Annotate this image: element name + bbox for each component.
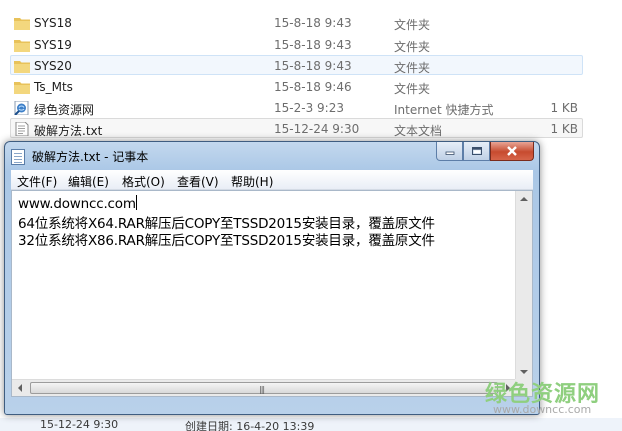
close-icon xyxy=(507,146,517,156)
file-date: 15-2-3 9:23 xyxy=(274,101,344,115)
folder-icon xyxy=(14,82,30,94)
file-size: 1 KB xyxy=(550,101,578,115)
horizontal-scrollbar[interactable]: ||| xyxy=(12,379,516,396)
text-line: www.downcc.com xyxy=(18,195,137,212)
file-name: SYS20 xyxy=(34,59,72,73)
menu-edit[interactable]: 编辑(E) xyxy=(68,173,109,190)
horizontal-scroll-thumb[interactable]: ||| xyxy=(30,382,498,394)
file-name: SYS19 xyxy=(34,38,72,52)
caption-buttons xyxy=(436,142,534,162)
file-name: 绿色资源网 xyxy=(34,103,95,117)
file-date: 15-8-18 9:43 xyxy=(274,38,352,52)
close-button[interactable] xyxy=(490,142,534,161)
file-name: 破解方法.txt xyxy=(34,124,103,138)
file-row-ts-mts[interactable]: Ts_Mts 15-8-18 9:46 文件夹 xyxy=(10,76,583,96)
file-list: SYS18 15-8-18 9:43 文件夹 SYS19 15-8-18 9:4… xyxy=(0,0,622,145)
watermark-url: www.downcc.com xyxy=(493,403,592,416)
maximize-button[interactable] xyxy=(463,142,490,161)
minimize-icon xyxy=(445,151,454,155)
text-caret xyxy=(135,195,137,210)
file-type: 文件夹 xyxy=(394,18,431,32)
notepad-titlebar[interactable]: 破解方法.txt - 记事本 xyxy=(5,142,539,169)
file-type: 文件夹 xyxy=(394,61,431,75)
text-file-icon xyxy=(15,122,29,136)
notepad-window: 破解方法.txt - 记事本 文件(F) 编辑(E) 格式(O) 查看(V) 帮… xyxy=(4,141,540,415)
file-row-sys18[interactable]: SYS18 15-8-18 9:43 文件夹 xyxy=(10,12,583,32)
file-name: Ts_Mts xyxy=(34,80,73,94)
notepad-menubar: 文件(F) 编辑(E) 格式(O) 查看(V) 帮助(H) xyxy=(11,170,533,190)
minimize-button[interactable] xyxy=(436,142,463,161)
menu-format[interactable]: 格式(O) xyxy=(122,173,165,190)
text-line-content: www.downcc.com xyxy=(18,196,136,212)
scroll-left-arrow-icon[interactable] xyxy=(12,380,29,396)
scroll-grip-icon: ||| xyxy=(259,385,265,394)
file-row-crack-txt[interactable]: 破解方法.txt 15-12-24 9:30 文本文档 1 KB xyxy=(10,118,583,138)
menu-file[interactable]: 文件(F) xyxy=(17,173,57,190)
explorer-status-bar: 15-12-24 9:30 创建日期: 16-4-20 13:39 xyxy=(0,418,622,431)
text-line: 32位系统将X86.RAR解压后COPY至TSSD2015安装目录，覆盖原文件 xyxy=(18,233,435,249)
file-type: 文本文档 xyxy=(394,124,443,138)
vertical-scrollbar[interactable] xyxy=(515,191,532,380)
internet-shortcut-icon xyxy=(14,101,29,115)
status-modified-date: 15-12-24 9:30 xyxy=(40,418,119,431)
file-type: 文件夹 xyxy=(394,82,431,96)
folder-icon xyxy=(14,61,30,73)
file-date: 15-12-24 9:30 xyxy=(274,122,360,136)
scroll-up-arrow-icon[interactable] xyxy=(516,191,532,208)
menu-help[interactable]: 帮助(H) xyxy=(231,173,273,190)
file-date: 15-8-18 9:43 xyxy=(274,59,352,73)
folder-icon xyxy=(14,18,30,30)
notepad-title: 破解方法.txt - 记事本 xyxy=(32,150,149,164)
file-row-sys20[interactable]: SYS20 15-8-18 9:43 文件夹 xyxy=(10,55,583,75)
file-row-sys19[interactable]: SYS19 15-8-18 9:43 文件夹 xyxy=(10,34,583,54)
maximize-icon xyxy=(471,147,482,155)
file-date: 15-8-18 9:46 xyxy=(274,80,352,94)
status-created-date: 创建日期: 16-4-20 13:39 xyxy=(185,420,315,431)
file-size: 1 KB xyxy=(550,122,578,136)
file-name: SYS18 xyxy=(34,16,72,30)
file-date: 15-8-18 9:43 xyxy=(274,16,352,30)
notepad-text-area[interactable]: www.downcc.com 64位系统将X64.RAR解压后COPY至TSSD… xyxy=(11,190,533,397)
file-row-internet-shortcut[interactable]: 绿色资源网 15-2-3 9:23 Internet 快捷方式 1 KB xyxy=(10,97,583,117)
menu-view[interactable]: 查看(V) xyxy=(177,173,219,190)
file-type: Internet 快捷方式 xyxy=(394,103,494,117)
folder-icon xyxy=(14,40,30,52)
file-type: 文件夹 xyxy=(394,40,431,54)
notepad-app-icon[interactable] xyxy=(11,149,25,165)
